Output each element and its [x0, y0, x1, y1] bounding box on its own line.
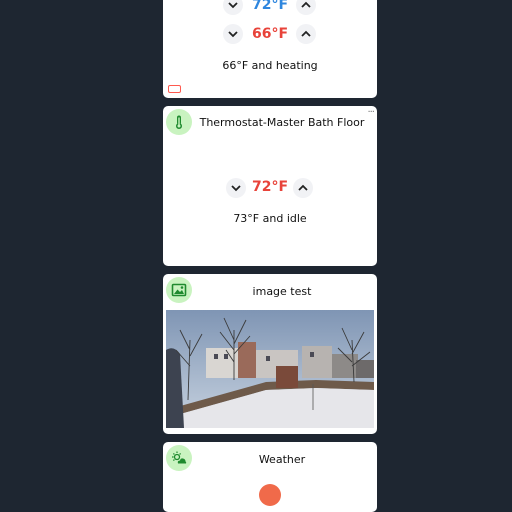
camera-snapshot-image[interactable] [166, 310, 374, 428]
image-icon [166, 277, 192, 303]
more-options-icon[interactable]: ··· [367, 108, 374, 118]
chevron-down-icon [228, 31, 238, 38]
chevron-up-icon [301, 1, 311, 8]
card-title: Thermostat-Master Bath Floor [199, 116, 365, 129]
setpoint-increase-button[interactable] [293, 178, 313, 198]
thermostat-card-1: 72°F 66°F 66°F and heating [163, 0, 377, 98]
heat-setpoint: 66°F [251, 26, 289, 42]
chevron-up-icon [298, 184, 308, 191]
heat-increase-button[interactable] [296, 24, 316, 44]
chevron-up-icon [301, 30, 311, 37]
chevron-down-icon [228, 2, 238, 9]
battery-icon [168, 85, 181, 93]
thermostat-card-master-bath: Thermostat-Master Bath Floor ··· 72°F 73… [163, 106, 377, 266]
card-title: image test [252, 285, 312, 298]
cool-increase-button[interactable] [296, 0, 316, 15]
weather-card: Weather [163, 442, 377, 512]
weather-condition-icon [259, 484, 281, 506]
cool-setpoint: 72°F [251, 0, 289, 13]
weather-icon [166, 445, 192, 471]
thermometer-icon [166, 109, 192, 135]
card-title: Weather [258, 453, 306, 466]
thermostat-status: 73°F and idle [233, 212, 307, 225]
setpoint-value: 72°F [251, 179, 289, 195]
thermostat-status: 66°F and heating [222, 59, 318, 72]
image-card: image test [163, 274, 377, 434]
